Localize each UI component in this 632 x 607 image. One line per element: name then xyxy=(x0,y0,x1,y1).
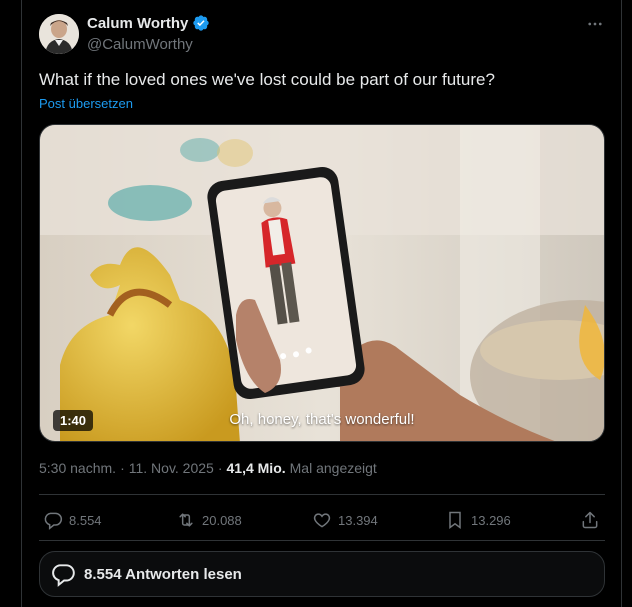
action-bar: 8.554 20.088 13.394 13.296 xyxy=(39,505,605,535)
more-button[interactable] xyxy=(583,12,607,36)
divider xyxy=(39,494,605,495)
post-meta: 5:30 nachm. · 11. Nov. 2025 · 41,4 Mio. … xyxy=(39,460,377,476)
verified-badge-icon[interactable] xyxy=(192,14,210,32)
view-count-label: Mal angezeigt xyxy=(289,460,377,476)
post-time[interactable]: 5:30 nachm. xyxy=(39,460,116,476)
view-count: 41,4 Mio. xyxy=(226,460,286,476)
bookmark-count: 13.296 xyxy=(471,512,511,528)
repost-count: 20.088 xyxy=(202,512,242,528)
chat-bubble-icon xyxy=(52,564,75,587)
video-subtitle: Oh, honey, that's wonderful! xyxy=(229,411,415,428)
author-row: Calum Worthy xyxy=(87,14,210,32)
post-text: What if the loved ones we've lost could … xyxy=(39,70,495,89)
meta-separator: · xyxy=(120,460,125,476)
divider xyxy=(39,540,605,541)
video-frame xyxy=(40,125,604,441)
share-icon xyxy=(582,511,598,529)
bookmark-icon xyxy=(449,511,461,529)
share-button[interactable] xyxy=(580,505,600,535)
repost-icon xyxy=(179,513,193,527)
avatar[interactable] xyxy=(39,14,79,54)
like-button[interactable]: 13.394 xyxy=(312,505,378,535)
meta-separator: · xyxy=(217,460,223,476)
avatar-image xyxy=(39,14,79,54)
author-name[interactable]: Calum Worthy xyxy=(87,15,188,32)
reply-count: 8.554 xyxy=(69,512,102,528)
like-icon xyxy=(313,513,331,528)
read-replies-button[interactable]: 8.554 Antworten lesen xyxy=(39,551,605,597)
translate-link[interactable]: Post übersetzen xyxy=(39,96,133,111)
bookmark-button[interactable]: 13.296 xyxy=(445,505,511,535)
author-handle[interactable]: @CalumWorthy xyxy=(87,36,193,53)
repost-button[interactable]: 20.088 xyxy=(176,505,242,535)
post-date[interactable]: 11. Nov. 2025 xyxy=(129,460,214,476)
like-count: 13.394 xyxy=(338,512,378,528)
read-replies-label: 8.554 Antworten lesen xyxy=(84,565,242,583)
reply-button[interactable]: 8.554 xyxy=(43,505,102,535)
video-player[interactable]: 1:40 Oh, honey, that's wonderful! xyxy=(39,124,605,442)
more-icon xyxy=(588,22,602,26)
reply-icon xyxy=(44,512,63,530)
